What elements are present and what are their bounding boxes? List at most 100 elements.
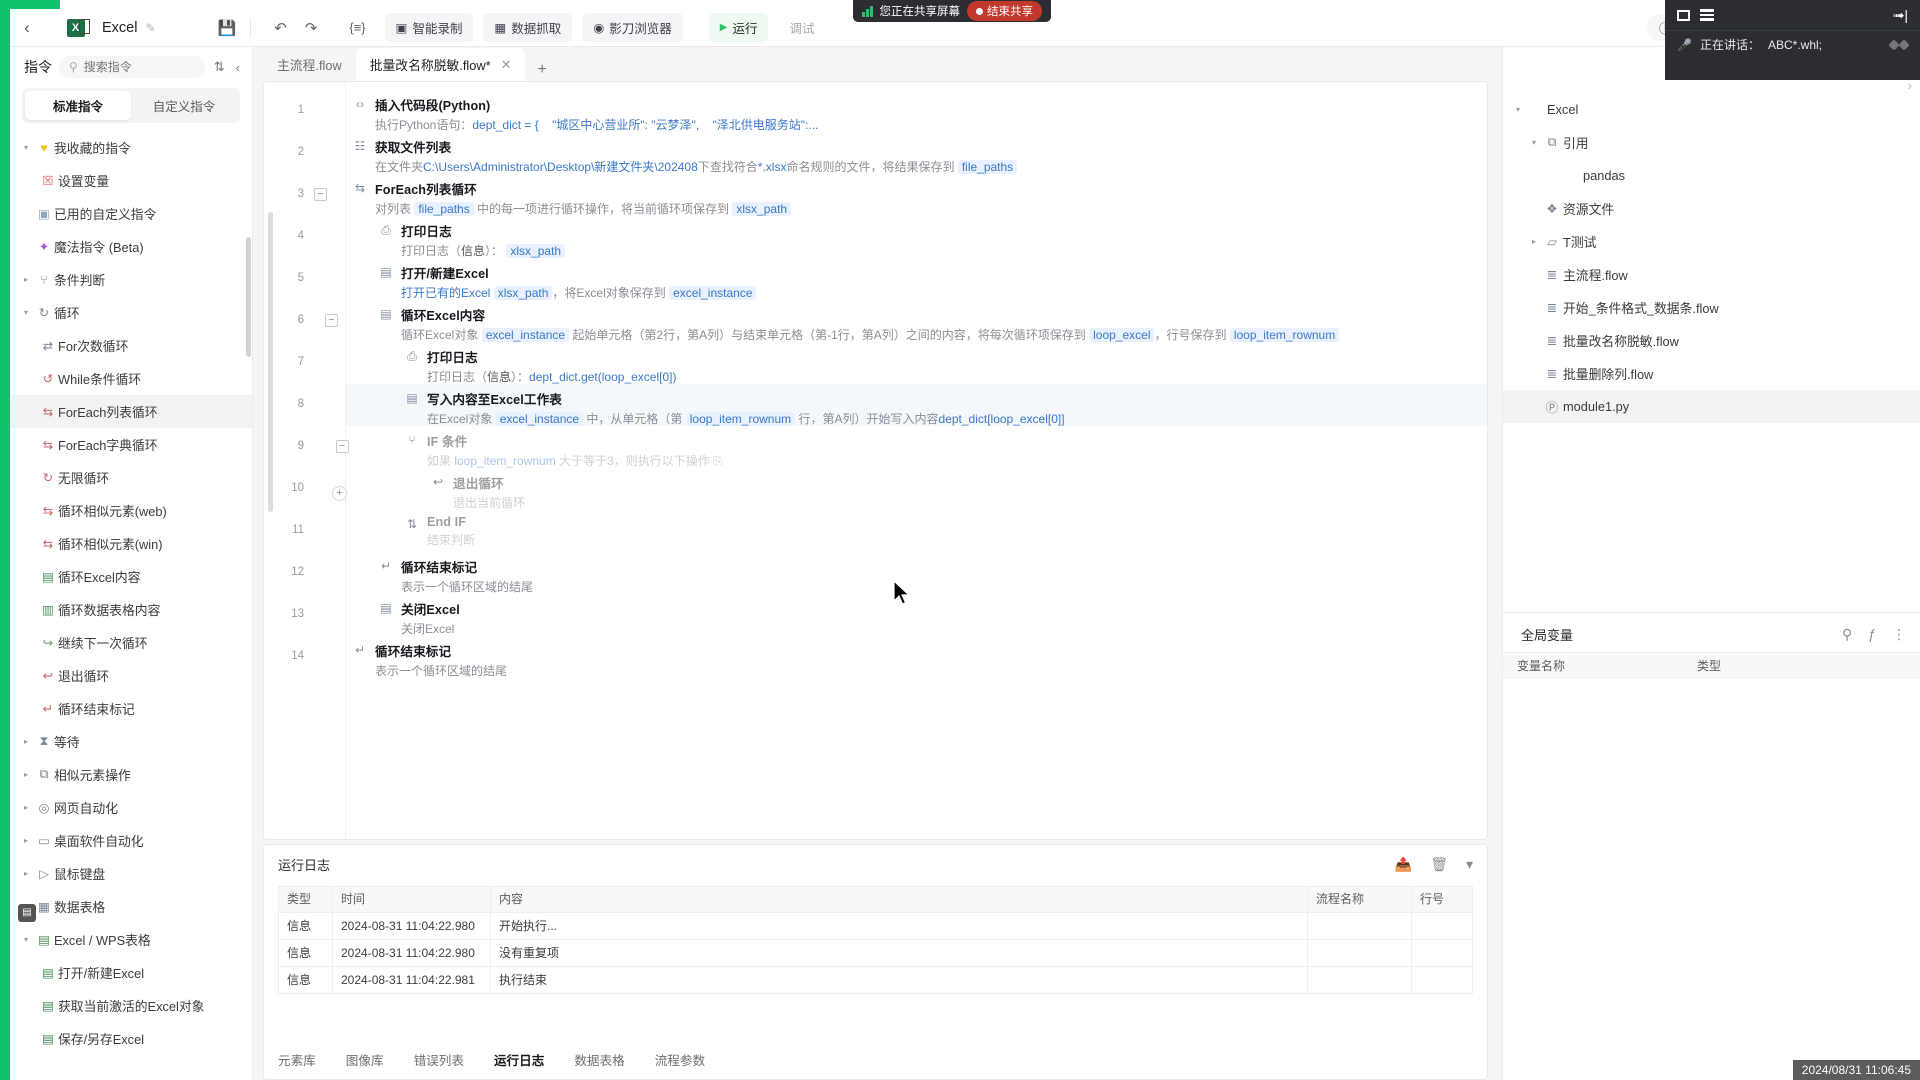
flow-step[interactable]: ⇅ End IF 结束判断 (346, 510, 1487, 552)
window-icon[interactable] (1677, 9, 1690, 21)
sidebar-item-27[interactable]: ▤ 保存/另存Excel (10, 1022, 252, 1055)
flow-step[interactable]: ⎙ 打印日志 打印日志（信息）：dept_dict.get(loop_excel[0… (346, 342, 1487, 385)
chevron-down-icon[interactable]: ▾ (1466, 856, 1473, 873)
flow-step[interactable]: ↵ 循环结束标记 表示一个循环区域的结尾 (346, 636, 1487, 678)
table-row[interactable]: 信息 2024-08-31 11:04:22.981 执行结束 (279, 967, 1472, 994)
sort-icon[interactable]: ⇅ (212, 59, 227, 75)
sidebar-grip-icon[interactable]: ▤ (18, 904, 36, 922)
sidebar-item-2[interactable]: ▣ 已用的自定义指令 (10, 197, 252, 230)
sidebar-item-8[interactable]: ⇆ ForEach列表循环 (10, 395, 252, 428)
flow-step[interactable]: ⇆ ForEach列表循环 对列表 file_paths 中的每一项进行循环操作，将… (346, 174, 1487, 216)
table-row[interactable]: 信息 2024-08-31 11:04:22.980 没有重复项 (279, 940, 1472, 967)
insert-step-button[interactable]: + (332, 486, 347, 501)
sidebar-item-16[interactable]: ↩ 退出循环 (10, 659, 252, 692)
sidebar-item-12[interactable]: ⇆ 循环相似元素(win) (10, 527, 252, 560)
sidebar-item-24[interactable]: ▾ ▤ Excel / WPS表格 (10, 923, 252, 956)
more-vertical-icon[interactable]: ⋮ (1892, 626, 1906, 643)
sidebar-item-26[interactable]: ▤ 获取当前激活的Excel对象 (10, 989, 252, 1022)
flow-tab-main[interactable]: 主流程.flow (263, 48, 356, 81)
flow-step[interactable]: ↩ 退出循环 退出当前循环 (346, 468, 1487, 510)
log-tab-1[interactable]: 图像库 (346, 1050, 384, 1073)
collapse-toggle[interactable]: − (314, 188, 327, 201)
tree-item-5[interactable]: ≣ 主流程.flow (1503, 258, 1920, 291)
chevron-down-icon[interactable]: ▾ (18, 143, 34, 152)
log-tab-5[interactable]: 流程参数 (655, 1050, 705, 1073)
sidebar-item-10[interactable]: ↻ 无限循环 (10, 461, 252, 494)
sidebar-item-11[interactable]: ⇆ 循环相似元素(web) (10, 494, 252, 527)
chevron-right-icon[interactable]: ▸ (18, 275, 34, 284)
tree-item-7[interactable]: ≣ 批量改名称脱敏.flow (1503, 324, 1920, 357)
sidebar-item-5[interactable]: ▾ ↻ 循环 (10, 296, 252, 329)
sidebar-item-1[interactable]: ☒ 设置变量 (10, 164, 252, 197)
undo-icon[interactable]: ↶ (265, 15, 296, 41)
microphone-icon[interactable]: 🎤 (1677, 38, 1692, 52)
sidebar-item-18[interactable]: ▸ ⧗ 等待 (10, 725, 252, 758)
sidebar-item-0[interactable]: ▾ ♥ 我收藏的指令 (10, 131, 252, 164)
table-row[interactable]: 信息 2024-08-31 11:04:22.980 开始执行... (279, 913, 1472, 940)
flow-step[interactable]: ⑂ IF 条件 如果 loop_item_rownum 大于等于3，则执行以下操作 … (346, 426, 1487, 468)
flow-step[interactable]: ▤ 循环Excel内容 循环Excel对象 excel_instance 起始单元格… (346, 300, 1487, 342)
flow-step[interactable]: ‹› 插入代码段(Python) 执行Python语句：dept_dict = { … (346, 90, 1487, 132)
search-icon[interactable]: ⚲ (1842, 626, 1852, 643)
chevron-right-icon[interactable]: ▸ (18, 869, 34, 878)
log-tab-2[interactable]: 错误列表 (414, 1050, 464, 1073)
smart-record-button[interactable]: ▣ 智能录制 (384, 13, 474, 42)
add-flow-tab-button[interactable]: + (525, 59, 558, 81)
chevron-down-icon[interactable]: ▾ (1511, 105, 1525, 114)
debug-button[interactable]: 调试 (778, 13, 825, 42)
tree-item-4[interactable]: ▸ ▱ T测试 (1503, 225, 1920, 258)
hamburger-icon[interactable] (1700, 9, 1714, 21)
flow-step[interactable]: ☷ 获取文件列表 在文件夹C:\Users\Administrator\Deskto… (346, 132, 1487, 174)
tree-item-1[interactable]: ▾ ⧉ 引用 (1503, 126, 1920, 159)
sidebar-item-17[interactable]: ↵ 循环结束标记 (10, 692, 252, 725)
search-box[interactable]: ⚲ (59, 56, 205, 78)
flow-step[interactable]: ↵ 循环结束标记 表示一个循环区域的结尾 (346, 552, 1487, 594)
sidebar-item-19[interactable]: ▸ ⧉ 相似元素操作 (10, 758, 252, 791)
tree-item-9[interactable]: Ⓟmodule1.py (1503, 390, 1920, 423)
sidebar-collapse-icon[interactable]: ‹ (234, 60, 242, 75)
sidebar-item-14[interactable]: ▥ 循环数据表格内容 (10, 593, 252, 626)
flow-step[interactable]: ⎙ 打印日志 打印日志（信息）： xlsx_path (346, 216, 1487, 258)
chevron-down-icon[interactable]: ▾ (18, 308, 34, 317)
sidebar-item-23[interactable]: ▦ 数据表格 (10, 890, 252, 923)
tree-item-6[interactable]: ≣ 开始_条件格式_数据条.flow (1503, 291, 1920, 324)
pencil-icon[interactable]: ✎ (145, 21, 155, 35)
flow-step[interactable]: ▤ 打开/新建Excel 打开已有的Excel xlsx_path ，将Excel对象… (346, 258, 1487, 300)
log-tab-0[interactable]: 元素库 (278, 1050, 316, 1073)
chevron-right-icon[interactable]: ▸ (18, 770, 34, 779)
export-icon[interactable]: 📤 (1395, 856, 1412, 873)
sidebar-item-25[interactable]: ▤ 打开/新建Excel (10, 956, 252, 989)
expand-panel-icon[interactable]: › (1907, 77, 1912, 93)
tree-item-3[interactable]: ❖ 资源文件 (1503, 192, 1920, 225)
panel-right-icon[interactable]: ➟| (1893, 7, 1908, 24)
flow-step[interactable]: ▤ 关闭Excel 关闭Excel (346, 594, 1487, 636)
canvas-scrollbar[interactable] (268, 212, 273, 512)
sidebar-item-20[interactable]: ▸ ◎ 网页自动化 (10, 791, 252, 824)
chevron-down-icon[interactable]: ▾ (1527, 138, 1541, 147)
log-tab-3[interactable]: 运行日志 (494, 1050, 544, 1073)
save-icon[interactable]: 💾 (218, 19, 237, 37)
flow-step[interactable]: ▤ 写入内容至Excel工作表 在Excel对象 excel_instance 中，… (346, 384, 1487, 426)
tree-item-0[interactable]: ▾ Excel (1503, 93, 1920, 126)
search-input[interactable] (83, 60, 195, 74)
collapse-toggle[interactable]: − (324, 314, 338, 327)
sidebar-item-15[interactable]: ↪ 继续下一次循环 (10, 626, 252, 659)
run-button[interactable]: ▶ 运行 (708, 13, 769, 42)
chevron-down-icon[interactable]: ▾ (18, 935, 34, 944)
close-icon[interactable]: ✕ (501, 57, 512, 73)
stop-share-button[interactable]: 结束共享 (967, 1, 1042, 21)
tab-standard-commands[interactable]: 标准指令 (25, 91, 131, 120)
sidebar-item-13[interactable]: ▤ 循环Excel内容 (10, 560, 252, 593)
browser-button[interactable]: ◉ 影刀浏览器 (582, 13, 683, 42)
braces-icon[interactable]: {≡} (340, 16, 374, 39)
data-scrape-button[interactable]: ▦ 数据抓取 (483, 13, 573, 42)
sidebar-item-3[interactable]: ✦ 魔法指令 (Beta) (10, 230, 252, 263)
sidebar-item-6[interactable]: ⇄ For次数循环 (10, 329, 252, 362)
tree-item-8[interactable]: ≣ 批量删除列.flow (1503, 357, 1920, 390)
chevron-right-icon[interactable]: ▸ (18, 836, 34, 845)
tab-custom-commands[interactable]: 自定义指令 (131, 91, 237, 120)
flow-tab-active[interactable]: 批量改名称脱敏.flow* ✕ (355, 48, 526, 81)
trash-icon[interactable]: 🗑 (1430, 856, 1448, 873)
sidebar-item-9[interactable]: ⇆ ForEach字典循环 (10, 428, 252, 461)
sidebar-item-7[interactable]: ↺ While条件循环 (10, 362, 252, 395)
